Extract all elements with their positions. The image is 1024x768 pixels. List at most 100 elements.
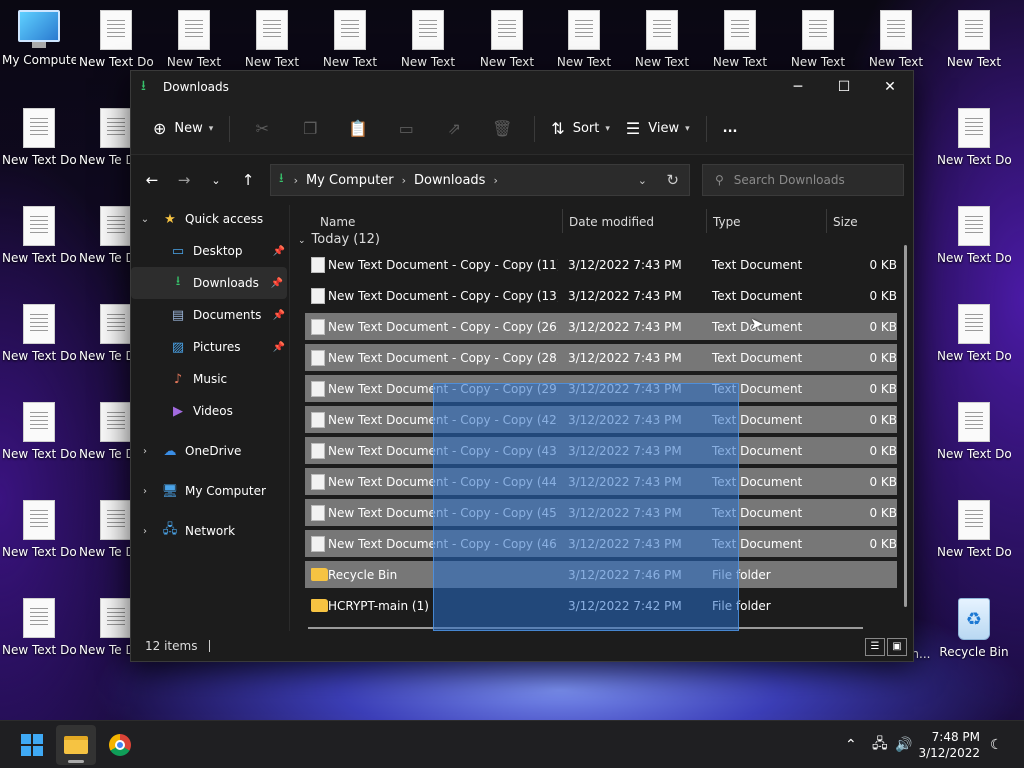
desktop-icon[interactable]: New Text xyxy=(470,10,544,70)
breadcrumb-my-computer[interactable]: My Computer xyxy=(306,173,394,188)
nav-videos[interactable]: ▶ Videos xyxy=(131,395,289,427)
nav-music[interactable]: ♪ Music xyxy=(131,363,289,395)
expand-chevron-icon[interactable]: › xyxy=(131,446,159,457)
view-button[interactable]: ☰ View ▾ xyxy=(618,113,698,145)
desktop-icon[interactable]: New Text xyxy=(781,10,855,70)
star-icon: ★ xyxy=(164,211,176,227)
desktop-icon[interactable]: ♻ Recycle Bin xyxy=(937,598,1011,660)
column-type[interactable]: Type xyxy=(713,215,741,229)
desktop-icon[interactable]: My Computer xyxy=(2,10,76,68)
desktop-icon[interactable]: New Text Documen... xyxy=(937,500,1011,560)
volume-icon[interactable]: 🔊 xyxy=(895,721,912,768)
column-divider[interactable] xyxy=(706,209,707,233)
desktop-icon[interactable]: New Text xyxy=(391,10,465,70)
vertical-scrollbar[interactable] xyxy=(904,245,907,607)
new-button[interactable]: ⊕ New ▾ xyxy=(145,113,221,145)
refresh-icon[interactable]: ↻ xyxy=(666,171,679,189)
nav-network[interactable]: › 🖧 Network xyxy=(131,515,289,547)
nav-documents[interactable]: ▤ Documents 📌 xyxy=(131,299,289,331)
column-divider[interactable] xyxy=(826,209,827,233)
taskbar-chrome[interactable] xyxy=(100,725,140,765)
content-area: ⌄ ★ Quick access ▭ Desktop 📌 ⭳ Downloads… xyxy=(131,205,913,631)
desktop-icon[interactable]: New Text xyxy=(235,10,309,70)
column-size[interactable]: Size xyxy=(833,215,858,229)
share-icon[interactable]: ⇗ xyxy=(430,119,478,138)
network-status-icon[interactable]: 🖧 xyxy=(872,721,888,768)
file-row[interactable]: New Text Document - Copy - Copy (29) -..… xyxy=(305,375,897,402)
show-hidden-icons-icon[interactable]: ⌃ xyxy=(845,721,857,768)
breadcrumb-downloads[interactable]: Downloads xyxy=(414,173,485,188)
copy-icon[interactable]: ❐ xyxy=(286,119,334,138)
folder-icon xyxy=(311,568,328,581)
desktop-icon[interactable]: New Text Document... xyxy=(2,304,76,364)
group-header[interactable]: ⌄ Today (12) xyxy=(298,232,380,247)
tiles-view-icon[interactable]: ▣ xyxy=(887,638,907,656)
desktop-icon[interactable]: New Text Docume... xyxy=(79,10,153,70)
nav-downloads[interactable]: ⭳ Downloads 📌 xyxy=(131,267,287,299)
horizontal-scrollbar[interactable] xyxy=(308,627,863,629)
search-input[interactable]: ⚲ Search Downloads xyxy=(702,164,904,196)
expand-chevron-icon[interactable]: › xyxy=(131,526,159,537)
expand-chevron-icon[interactable]: ⌄ xyxy=(131,214,159,225)
file-row[interactable]: New Text Document - Copy - Copy (45) -..… xyxy=(305,499,897,526)
recent-locations-button[interactable]: ⌄ xyxy=(200,164,232,196)
file-row[interactable]: HCRYPT-main (1) 3/12/2022 7:42 PM File fol… xyxy=(305,592,897,619)
desktop-icon[interactable]: New Text Documen... xyxy=(937,402,1011,462)
details-view-icon[interactable]: ☰ xyxy=(865,638,885,656)
nav-pictures[interactable]: ▨ Pictures 📌 xyxy=(131,331,289,363)
file-row[interactable]: New Text Document - Copy - Copy (44) -..… xyxy=(305,468,897,495)
file-row[interactable]: New Text Document - Copy - Copy (11) -..… xyxy=(305,251,897,278)
desktop-icon[interactable]: New Text Documen... xyxy=(2,108,76,168)
file-row[interactable]: Recycle Bin 3/12/2022 7:46 PM File folder xyxy=(305,561,897,588)
desktop-icon[interactable]: New Text xyxy=(157,10,231,70)
desktop-icon[interactable]: New Text xyxy=(859,10,933,70)
start-button[interactable] xyxy=(12,725,52,765)
column-name[interactable]: Name xyxy=(320,215,355,229)
desktop-icon[interactable]: New Text Documen... xyxy=(2,598,76,658)
desktop-icon[interactable]: New Text xyxy=(547,10,621,70)
delete-icon[interactable]: 🗑 xyxy=(478,119,526,138)
address-dropdown-icon[interactable]: ⌄ xyxy=(638,174,647,187)
expand-chevron-icon[interactable]: › xyxy=(131,486,159,497)
nav-quick-access[interactable]: ⌄ ★ Quick access xyxy=(131,203,289,235)
back-button[interactable]: ← xyxy=(136,164,168,196)
minimize-button[interactable]: ─ xyxy=(775,71,821,103)
file-row[interactable]: New Text Document - Copy - Copy (28) -..… xyxy=(305,344,897,371)
desktop-icon[interactable]: New Text xyxy=(625,10,699,70)
desktop-icon[interactable]: New Text Documen... xyxy=(937,304,1011,364)
desktop-icon[interactable]: New Text Document... xyxy=(2,500,76,560)
rename-icon[interactable]: ▭ xyxy=(382,119,430,138)
desktop-icon[interactable]: New Text Document... xyxy=(2,206,76,266)
clock[interactable]: 7:48 PM 3/12/2022 xyxy=(918,729,980,761)
column-date-modified[interactable]: Date modified xyxy=(569,215,654,229)
nav-my-computer[interactable]: › 🖥 My Computer xyxy=(131,475,289,507)
column-divider[interactable] xyxy=(562,209,563,233)
file-row[interactable]: New Text Document - Copy - Copy (43) -..… xyxy=(305,437,897,464)
nav-onedrive[interactable]: › ☁ OneDrive xyxy=(131,435,289,467)
file-row[interactable]: New Text Document - Copy - Copy (13).txt… xyxy=(305,282,897,309)
paste-icon[interactable]: 📋 xyxy=(334,119,382,138)
desktop-icon[interactable]: New Text Documen... xyxy=(2,402,76,462)
desktop-icon[interactable]: New Text xyxy=(703,10,777,70)
close-button[interactable]: ✕ xyxy=(867,71,913,103)
title-bar[interactable]: ⭳ Downloads ─ ☐ ✕ xyxy=(131,71,913,103)
file-row[interactable]: New Text Document - Copy - Copy (26) -..… xyxy=(305,313,897,340)
desktop-icon[interactable]: New Text Document... xyxy=(937,206,1011,266)
sort-button[interactable]: ⇅ Sort ▾ xyxy=(543,113,618,145)
desktop-icon[interactable]: New Text Documen... xyxy=(937,108,1011,168)
address-bar[interactable]: ⭳ › My Computer › Downloads › ⌄ ↻ xyxy=(270,164,690,196)
file-row[interactable]: New Text Document - Copy - Copy (46) -..… xyxy=(305,530,897,557)
file-row[interactable]: New Text Document - Copy - Copy (42) -..… xyxy=(305,406,897,433)
cut-icon[interactable]: ✂ xyxy=(238,119,286,138)
notification-moon-icon[interactable]: ☾ xyxy=(990,721,1003,768)
taskbar-file-explorer[interactable] xyxy=(56,725,96,765)
desktop-icon-label: New Text Document... xyxy=(937,251,1011,265)
more-options-button[interactable]: ... xyxy=(715,113,746,145)
desktop-icon[interactable]: New Text xyxy=(313,10,387,70)
forward-button[interactable]: → xyxy=(168,164,200,196)
music-icon: ♪ xyxy=(173,371,183,387)
up-button[interactable]: ↑ xyxy=(232,164,264,196)
maximize-button[interactable]: ☐ xyxy=(821,71,867,103)
desktop-icon[interactable]: New Text xyxy=(937,10,1011,70)
nav-desktop[interactable]: ▭ Desktop 📌 xyxy=(131,235,289,267)
